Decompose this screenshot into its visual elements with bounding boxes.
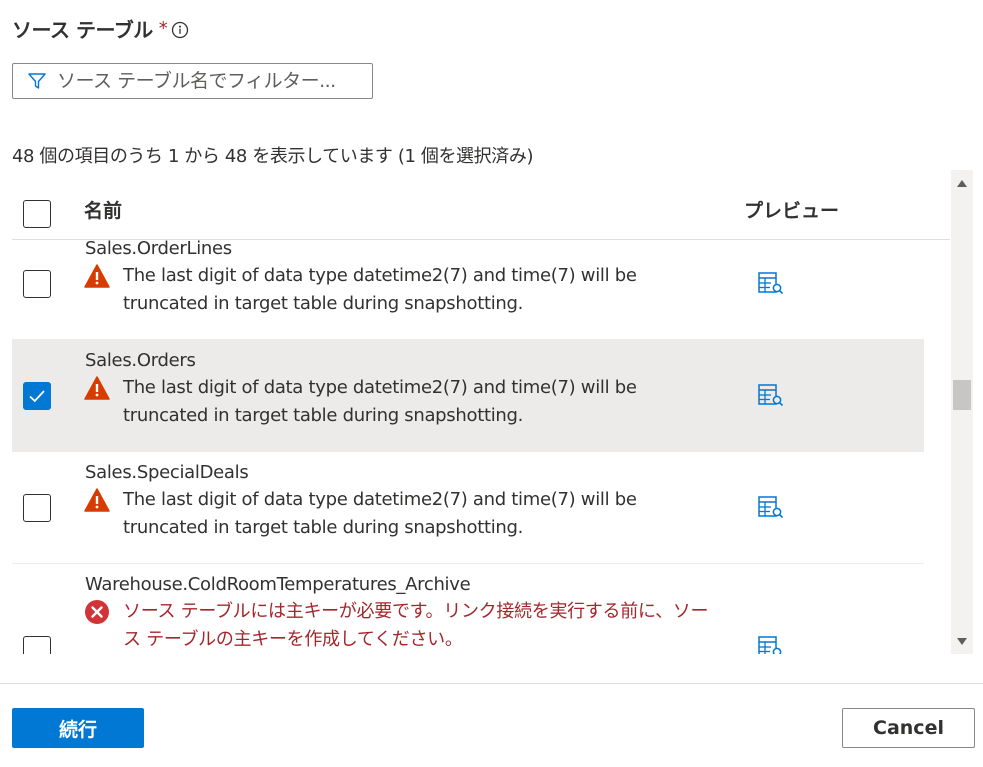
source-table-grid: Sales.OrderLines The last digit of data … <box>12 170 950 654</box>
grid-header: 名前 プレビュー <box>12 170 950 240</box>
table-name: Sales.OrderLines <box>85 238 232 259</box>
table-name: Sales.Orders <box>85 350 196 371</box>
error-icon <box>85 600 109 624</box>
row-message: ソース テーブルには主キーが必要です。リンク接続を実行する前に、ソース テーブル… <box>84 598 713 654</box>
table-row[interactable]: Sales.Orders The last digit of data type… <box>12 340 924 452</box>
column-header-name[interactable]: 名前 <box>84 196 122 223</box>
items-summary: 48 個の項目のうち 1 から 48 を表示しています (1 個を選択済み) <box>12 146 534 167</box>
table-preview-icon[interactable] <box>758 636 784 654</box>
warning-message: The last digit of data type datetime2(7)… <box>123 377 637 426</box>
table-preview-icon[interactable] <box>758 384 784 408</box>
column-header-preview[interactable]: プレビュー <box>744 196 839 223</box>
row-checkbox[interactable] <box>23 382 51 410</box>
row-message: The last digit of data type datetime2(7)… <box>84 486 713 542</box>
table-name: Sales.SpecialDeals <box>85 462 249 483</box>
checkmark-icon <box>29 390 45 403</box>
scroll-up-arrow-icon[interactable] <box>951 172 973 194</box>
table-filter-input[interactable] <box>55 69 372 93</box>
warning-icon <box>84 488 110 512</box>
filter-icon <box>28 73 46 89</box>
scroll-thumb[interactable] <box>953 380 971 410</box>
row-message: The last digit of data type datetime2(7)… <box>84 374 713 430</box>
table-row[interactable]: Sales.SpecialDeals The last digit of dat… <box>12 452 924 564</box>
info-icon[interactable] <box>171 20 189 38</box>
warning-message: The last digit of data type datetime2(7)… <box>123 265 637 314</box>
required-marker: * <box>158 18 168 39</box>
row-checkbox[interactable] <box>23 636 51 654</box>
table-row[interactable]: Warehouse.ColdRoomTemperatures_Archive ソ… <box>12 564 924 654</box>
cancel-button[interactable]: Cancel <box>842 708 975 748</box>
warning-message: The last digit of data type datetime2(7)… <box>123 489 637 538</box>
row-checkbox[interactable] <box>23 494 51 522</box>
row-message: The last digit of data type datetime2(7)… <box>84 262 713 318</box>
table-preview-icon[interactable] <box>758 272 784 296</box>
scroll-down-arrow-icon[interactable] <box>951 630 973 652</box>
filter-box[interactable] <box>12 63 373 99</box>
warning-icon <box>84 264 110 288</box>
title-label: ソース テーブル <box>12 18 153 42</box>
vertical-scrollbar[interactable] <box>951 170 973 654</box>
continue-button[interactable]: 続行 <box>12 708 144 748</box>
select-all-checkbox[interactable] <box>23 200 51 228</box>
source-table-title: ソース テーブル * <box>12 14 189 43</box>
table-row[interactable]: Sales.OrderLines The last digit of data … <box>12 228 924 340</box>
error-message: ソース テーブルには主キーが必要です。リンク接続を実行する前に、ソース テーブル… <box>123 601 709 650</box>
footer-divider <box>0 683 983 684</box>
table-rows: Sales.OrderLines The last digit of data … <box>12 228 924 654</box>
warning-icon <box>84 376 110 400</box>
table-name: Warehouse.ColdRoomTemperatures_Archive <box>85 574 471 595</box>
row-checkbox[interactable] <box>23 270 51 298</box>
table-preview-icon[interactable] <box>758 496 784 520</box>
